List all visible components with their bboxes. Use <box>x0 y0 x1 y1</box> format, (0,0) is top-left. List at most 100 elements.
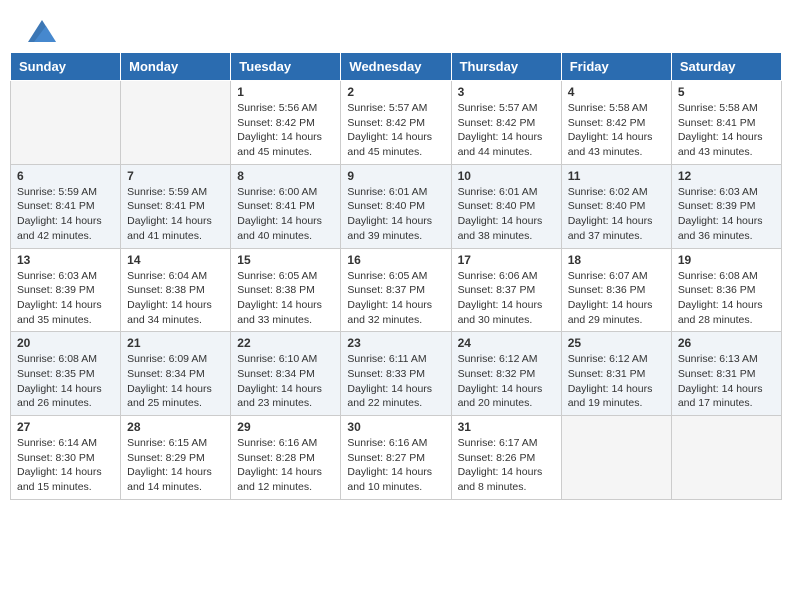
sunrise-label: Sunrise: 5:58 AM <box>678 102 758 114</box>
calendar-cell <box>561 416 671 500</box>
day-info: Sunrise: 5:59 AMSunset: 8:41 PMDaylight:… <box>17 185 114 244</box>
daylight-label: Daylight: 14 hours and 41 minutes. <box>127 215 212 242</box>
sunset-label: Sunset: 8:42 PM <box>568 117 646 129</box>
daylight-label: Daylight: 14 hours and 10 minutes. <box>347 466 432 493</box>
calendar-cell: 6 Sunrise: 5:59 AMSunset: 8:41 PMDaylight… <box>11 164 121 248</box>
day-info: Sunrise: 6:03 AMSunset: 8:39 PMDaylight:… <box>678 185 775 244</box>
dow-monday: Monday <box>121 53 231 81</box>
daylight-label: Daylight: 14 hours and 45 minutes. <box>347 131 432 158</box>
daylight-label: Daylight: 14 hours and 15 minutes. <box>17 466 102 493</box>
sunrise-label: Sunrise: 6:12 AM <box>458 353 538 365</box>
day-number: 2 <box>347 85 444 99</box>
daylight-label: Daylight: 14 hours and 34 minutes. <box>127 299 212 326</box>
calendar-cell: 9Sunrise: 6:01 AMSunset: 8:40 PMDaylight… <box>341 164 451 248</box>
day-number: 24 <box>458 336 555 350</box>
sunset-label: Sunset: 8:26 PM <box>458 452 536 464</box>
daylight-label: Daylight: 14 hours and 8 minutes. <box>458 466 543 493</box>
day-info: Sunrise: 5:56 AMSunset: 8:42 PMDaylight:… <box>237 101 334 160</box>
day-info: Sunrise: 5:57 AM Sunset: 8:42 PM Daylight:… <box>347 101 444 160</box>
calendar-cell: 4 Sunrise: 5:58 AMSunset: 8:42 PMDaylight… <box>561 81 671 165</box>
daylight-label: Daylight: 14 hours and 17 minutes. <box>678 383 763 410</box>
sunset-label: Sunset: 8:27 PM <box>347 452 425 464</box>
day-info: Sunrise: 6:10 AMSunset: 8:34 PMDaylight:… <box>237 352 334 411</box>
day-info: Sunrise: 6:09 AMSunset: 8:34 PMDaylight:… <box>127 352 224 411</box>
day-number: 18 <box>568 253 665 267</box>
calendar-cell: 5Sunrise: 5:58 AMSunset: 8:41 PMDaylight… <box>671 81 781 165</box>
sunset-label: Sunset: 8:36 PM <box>568 284 646 296</box>
day-number: 4 <box>568 85 665 99</box>
day-number: 3 <box>458 85 555 99</box>
sunrise-label: Sunrise: 6:05 AM <box>347 270 427 282</box>
sunrise-label: Sunrise: 6:01 AM <box>458 186 538 198</box>
day-number: 1 <box>237 85 334 99</box>
day-number: 6 <box>17 169 114 183</box>
sunrise-label: Sunrise: 6:15 AM <box>127 437 207 449</box>
sunset-label: Sunset: 8:39 PM <box>17 284 95 296</box>
sunset-label: Sunset: 8:38 PM <box>127 284 205 296</box>
sunrise-label: Sunrise: 5:59 AM <box>127 186 207 198</box>
sunset-label: Sunset: 8:42 PM <box>458 117 536 129</box>
day-info: Sunrise: 6:12 AMSunset: 8:31 PMDaylight:… <box>568 352 665 411</box>
calendar-week-3: 13Sunrise: 6:03 AMSunset: 8:39 PMDayligh… <box>11 248 782 332</box>
calendar-cell: 22Sunrise: 6:10 AMSunset: 8:34 PMDayligh… <box>231 332 341 416</box>
daylight-label: Daylight: 14 hours and 20 minutes. <box>458 383 543 410</box>
daylight-label: Daylight: 14 hours and 26 minutes. <box>17 383 102 410</box>
calendar-cell: 16Sunrise: 6:05 AMSunset: 8:37 PMDayligh… <box>341 248 451 332</box>
day-number: 17 <box>458 253 555 267</box>
day-info: Sunrise: 5:58 AMSunset: 8:42 PMDaylight:… <box>568 101 665 160</box>
sunset-label: Sunset: 8:40 PM <box>458 200 536 212</box>
calendar-cell: 23Sunrise: 6:11 AMSunset: 8:33 PMDayligh… <box>341 332 451 416</box>
calendar-cell: 14Sunrise: 6:04 AMSunset: 8:38 PMDayligh… <box>121 248 231 332</box>
day-number: 28 <box>127 420 224 434</box>
day-info: Sunrise: 5:57 AMSunset: 8:42 PMDaylight:… <box>458 101 555 160</box>
calendar-cell: 13Sunrise: 6:03 AMSunset: 8:39 PMDayligh… <box>11 248 121 332</box>
day-info: Sunrise: 6:03 AMSunset: 8:39 PMDaylight:… <box>17 269 114 328</box>
sunset-label: Sunset: 8:41 PM <box>678 117 756 129</box>
logo-icon <box>28 20 56 42</box>
sunrise-label: Sunrise: 5:57 AM <box>347 102 427 114</box>
day-info: Sunrise: 6:04 AM Sunset: 8:38 PM Daylight:… <box>127 269 224 328</box>
day-info: Sunrise: 6:12 AM Sunset: 8:32 PM Daylight:… <box>458 352 555 411</box>
sunset-label: Sunset: 8:39 PM <box>678 200 756 212</box>
day-number: 27 <box>17 420 114 434</box>
sunset-label: Sunset: 8:32 PM <box>458 368 536 380</box>
day-number: 21 <box>127 336 224 350</box>
sunset-label: Sunset: 8:30 PM <box>17 452 95 464</box>
day-info: Sunrise: 6:02 AMSunset: 8:40 PMDaylight:… <box>568 185 665 244</box>
sunrise-label: Sunrise: 6:16 AM <box>237 437 317 449</box>
daylight-label: Daylight: 14 hours and 22 minutes. <box>347 383 432 410</box>
sunset-label: Sunset: 8:33 PM <box>347 368 425 380</box>
daylight-label: Daylight: 14 hours and 38 minutes. <box>458 215 543 242</box>
day-number: 26 <box>678 336 775 350</box>
sunset-label: Sunset: 8:37 PM <box>347 284 425 296</box>
day-info: Sunrise: 6:06 AMSunset: 8:37 PMDaylight:… <box>458 269 555 328</box>
day-number: 15 <box>237 253 334 267</box>
daylight-label: Daylight: 14 hours and 30 minutes. <box>458 299 543 326</box>
logo-text <box>25 20 56 42</box>
sunrise-label: Sunrise: 6:16 AM <box>347 437 427 449</box>
sunrise-label: Sunrise: 6:06 AM <box>458 270 538 282</box>
calendar-cell: 2 Sunrise: 5:57 AM Sunset: 8:42 PM Daylight… <box>341 81 451 165</box>
sunset-label: Sunset: 8:40 PM <box>568 200 646 212</box>
daylight-label: Daylight: 14 hours and 37 minutes. <box>568 215 653 242</box>
sunset-label: Sunset: 8:34 PM <box>237 368 315 380</box>
day-number: 11 <box>568 169 665 183</box>
dow-friday: Friday <box>561 53 671 81</box>
sunrise-label: Sunrise: 5:59 AM <box>17 186 97 198</box>
sunrise-label: Sunrise: 6:04 AM <box>127 270 207 282</box>
daylight-label: Daylight: 14 hours and 33 minutes. <box>237 299 322 326</box>
sunset-label: Sunset: 8:35 PM <box>17 368 95 380</box>
calendar-cell: 29Sunrise: 6:16 AMSunset: 8:28 PMDayligh… <box>231 416 341 500</box>
daylight-label: Daylight: 14 hours and 23 minutes. <box>237 383 322 410</box>
sunset-label: Sunset: 8:40 PM <box>347 200 425 212</box>
day-info: Sunrise: 6:08 AMSunset: 8:36 PMDaylight:… <box>678 269 775 328</box>
sunrise-label: Sunrise: 6:08 AM <box>17 353 97 365</box>
sunrise-label: Sunrise: 6:05 AM <box>237 270 317 282</box>
sunset-label: Sunset: 8:29 PM <box>127 452 205 464</box>
sunset-label: Sunset: 8:42 PM <box>347 117 425 129</box>
daylight-label: Daylight: 14 hours and 40 minutes. <box>237 215 322 242</box>
sunrise-label: Sunrise: 6:17 AM <box>458 437 538 449</box>
daylight-label: Daylight: 14 hours and 45 minutes. <box>237 131 322 158</box>
calendar-cell <box>671 416 781 500</box>
day-info: Sunrise: 5:59 AMSunset: 8:41 PMDaylight:… <box>127 185 224 244</box>
